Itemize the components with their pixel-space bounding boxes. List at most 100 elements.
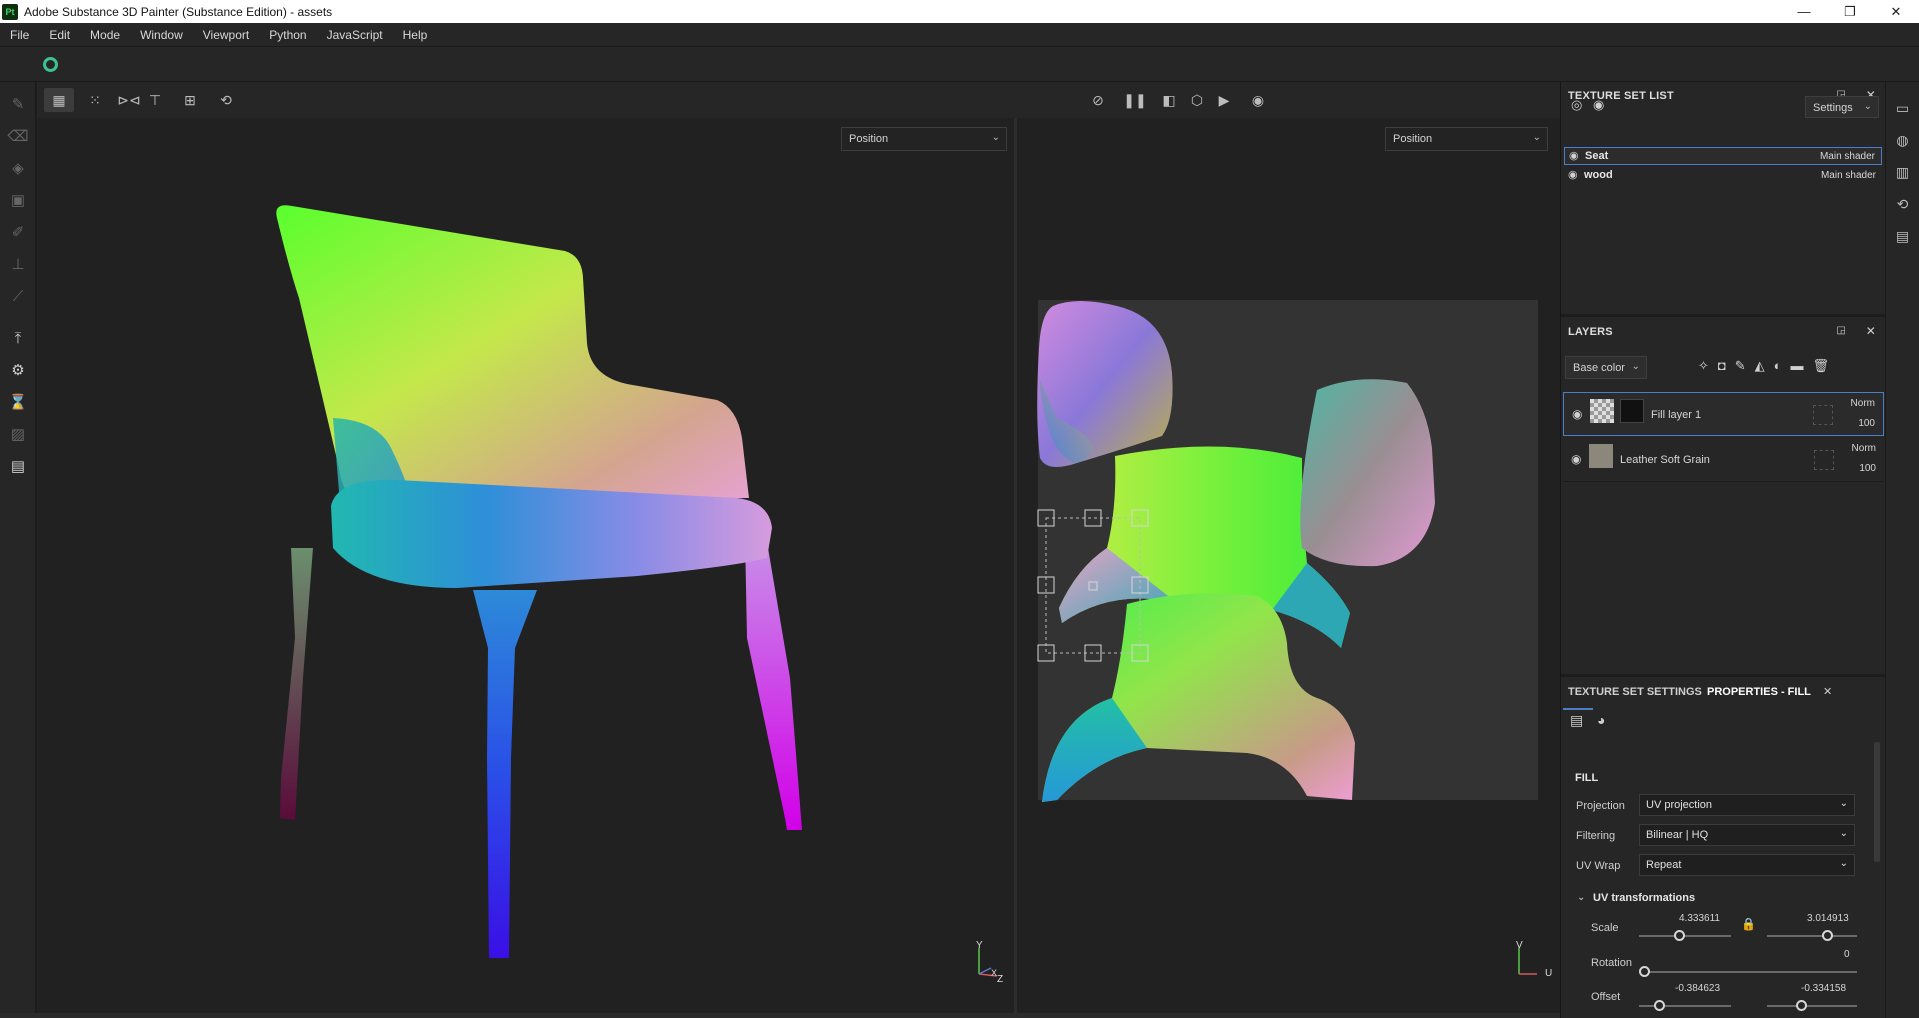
maximize-button[interactable]: ❐ xyxy=(1827,0,1873,23)
blend-mode[interactable]: Norm xyxy=(1851,398,1875,409)
split-view-icon[interactable]: ◧ xyxy=(1154,88,1184,112)
substance-plugin-icon[interactable] xyxy=(43,57,58,72)
viewport-2d[interactable]: Position ⌄ V U xyxy=(1017,118,1560,1013)
menu-help[interactable]: Help xyxy=(393,28,438,42)
material-ball-icon[interactable]: ◕ xyxy=(1597,712,1605,728)
viewport-3d[interactable]: Position ⌄ Y X Z xyxy=(37,118,1014,1013)
color-picker-icon[interactable]: ⟋ xyxy=(0,280,36,312)
panel-eye-off-icon[interactable]: ◎ xyxy=(1571,97,1582,113)
offset-x-slider[interactable] xyxy=(1639,1005,1731,1007)
scale-y-value[interactable]: 3.014913 xyxy=(1807,913,1849,924)
layer-effect-slot[interactable] xyxy=(1814,450,1834,470)
rotation-value[interactable]: 0 xyxy=(1844,949,1850,960)
menu-edit[interactable]: Edit xyxy=(39,28,80,42)
layer-name: Leather Soft Grain xyxy=(1620,454,1710,466)
panel-eye-icon[interactable]: ◉ xyxy=(1593,97,1604,113)
screenshot-icon[interactable]: ◉ xyxy=(1243,88,1273,112)
eraser-icon[interactable]: ⌫ xyxy=(0,120,36,152)
blend-mode[interactable]: Norm xyxy=(1852,443,1876,454)
scale-x-knob[interactable] xyxy=(1674,930,1685,941)
add-folder-icon[interactable]: ▬ xyxy=(1791,358,1804,374)
texture-set-row-seat[interactable]: ◉ Seat Main shader xyxy=(1564,147,1882,165)
close-tab-icon[interactable]: ✕ xyxy=(1823,685,1832,698)
assets-icon[interactable]: ▥ xyxy=(1886,156,1919,188)
menu-file[interactable]: File xyxy=(0,28,39,42)
menu-javascript[interactable]: JavaScript xyxy=(317,28,393,42)
history-panel-icon[interactable]: ⟲ xyxy=(1886,188,1919,220)
tab-texture-set-settings[interactable]: TEXTURE SET SETTINGS xyxy=(1568,686,1702,698)
offset-y-knob[interactable] xyxy=(1796,1000,1807,1011)
panel-divider[interactable] xyxy=(1561,314,1886,317)
measure-icon[interactable]: ⌛ xyxy=(0,386,36,418)
document-icon[interactable]: ▤ xyxy=(0,450,36,482)
mask-thumbnail[interactable] xyxy=(1620,399,1644,423)
lock-icon[interactable]: 🔒 xyxy=(1741,917,1756,931)
chevron-down-icon[interactable]: ⌄ xyxy=(1577,892,1585,903)
eye-icon[interactable]: ◉ xyxy=(1568,168,1578,181)
menu-python[interactable]: Python xyxy=(259,28,316,42)
add-paint-layer-icon[interactable]: ✎ xyxy=(1735,358,1746,374)
add-fill-layer-icon[interactable]: ◭ xyxy=(1755,358,1765,374)
channel-select[interactable]: Base color ⌄ xyxy=(1565,356,1647,379)
pause-icon[interactable]: ❚❚ xyxy=(1120,88,1150,112)
smudge-icon[interactable]: ✐ xyxy=(0,216,36,248)
uv-wrap-select[interactable]: Repeat ⌄ xyxy=(1639,854,1855,876)
texture-set-row-wood[interactable]: ◉ wood Main shader xyxy=(1564,167,1882,185)
eye-icon[interactable]: ◉ xyxy=(1572,407,1582,421)
polygon-fill-icon[interactable]: ▨ xyxy=(0,418,36,450)
menu-viewport[interactable]: Viewport xyxy=(193,28,259,42)
layer-opacity[interactable]: 100 xyxy=(1859,463,1876,474)
grid-select-icon[interactable]: ▦ xyxy=(44,88,74,112)
layer-row-leather[interactable]: ◉ Leather Soft Grain Norm 100 xyxy=(1563,438,1884,482)
shader-settings-icon[interactable]: ◍ xyxy=(1886,124,1919,156)
offset-y-value[interactable]: -0.334158 xyxy=(1801,983,1846,994)
filtering-select[interactable]: Bilinear | HQ ⌄ xyxy=(1639,824,1855,846)
mirror-y-icon[interactable]: ⊤ xyxy=(140,88,170,112)
minimize-button[interactable]: — xyxy=(1781,0,1827,23)
clone-stamp-icon[interactable]: ⊥ xyxy=(0,248,36,280)
scale-y-slider[interactable] xyxy=(1767,935,1857,937)
rotation-knob[interactable] xyxy=(1639,966,1650,977)
fill-properties-icon[interactable]: ▤ xyxy=(1570,712,1583,729)
uv-tools-icon[interactable]: ⚙ xyxy=(0,354,36,386)
add-mask-icon[interactable]: ◘ xyxy=(1718,358,1726,374)
close-button[interactable]: ✕ xyxy=(1873,0,1919,23)
paint-brush-icon[interactable]: ✎ xyxy=(0,88,36,120)
float-panel-icon[interactable]: ◲ xyxy=(1836,325,1846,336)
menu-mode[interactable]: Mode xyxy=(80,28,130,42)
offset-y-slider[interactable] xyxy=(1767,1005,1857,1007)
projection-select[interactable]: UV projection ⌄ xyxy=(1639,794,1855,816)
rotation-slider[interactable] xyxy=(1639,971,1857,973)
add-effect-icon[interactable]: ✧ xyxy=(1698,358,1709,374)
layer-effect-slot[interactable] xyxy=(1813,405,1833,425)
offset-x-value[interactable]: -0.384623 xyxy=(1675,983,1720,994)
projection-icon[interactable]: ◈ xyxy=(0,152,36,184)
layer-opacity[interactable]: 100 xyxy=(1858,418,1875,429)
layer-row-fill-layer[interactable]: ◉ Fill layer 1 Norm 100 xyxy=(1563,392,1884,436)
tile-grid-icon[interactable]: ⁙ xyxy=(80,88,110,112)
log-icon[interactable]: ▤ xyxy=(1886,220,1919,252)
bake-mesh-icon[interactable]: ⤒ xyxy=(0,322,36,354)
offset-x-knob[interactable] xyxy=(1654,1000,1665,1011)
history-icon[interactable]: ⟲ xyxy=(211,88,241,112)
scale-x-value[interactable]: 4.333611 xyxy=(1679,913,1720,924)
menu-window[interactable]: Window xyxy=(130,28,193,42)
eye-icon[interactable]: ◉ xyxy=(1569,149,1579,162)
camera-icon[interactable]: ▶ xyxy=(1209,88,1239,112)
geometry-mask-icon[interactable]: ▣ xyxy=(0,184,36,216)
tab-properties-fill[interactable]: PROPERTIES - FILL xyxy=(1707,686,1811,698)
close-panel-icon[interactable]: ✕ xyxy=(1866,324,1876,338)
scale-y-knob[interactable] xyxy=(1822,930,1833,941)
texture-set-settings-dropdown[interactable]: Settings ⌄ xyxy=(1805,96,1879,118)
panel-divider[interactable] xyxy=(1561,674,1886,677)
add-frame-icon[interactable]: ⊞ xyxy=(175,88,205,112)
properties-scrollbar[interactable] xyxy=(1874,742,1880,862)
scale-x-slider[interactable] xyxy=(1639,935,1731,937)
add-smart-material-icon[interactable]: ◐ xyxy=(1774,358,1782,374)
display-settings-icon[interactable]: ▭ xyxy=(1886,92,1919,124)
display-mode-icon[interactable]: ⬡ xyxy=(1182,88,1212,112)
delete-layer-icon[interactable]: 🗑 xyxy=(1813,358,1830,374)
eye-icon[interactable]: ◉ xyxy=(1571,452,1581,466)
hide-uv-icon[interactable]: ⊘ xyxy=(1083,88,1113,112)
uv-transformations-toggle[interactable]: UV transformations xyxy=(1593,892,1695,904)
